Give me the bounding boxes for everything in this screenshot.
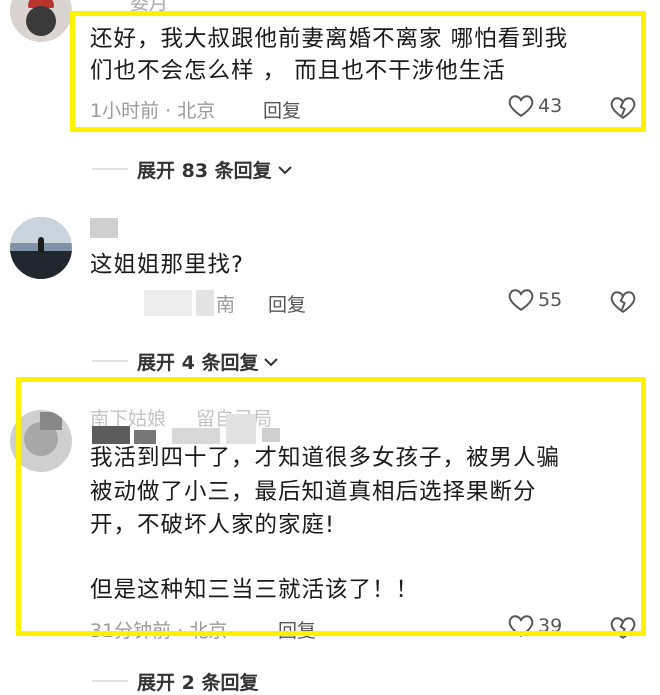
expand-label: 展开 83 条回复 xyxy=(137,160,272,182)
expand-label: 展开 4 条回复 xyxy=(137,352,259,374)
heart-icon xyxy=(508,289,534,311)
broken-heart-icon[interactable] xyxy=(610,290,636,314)
comment-text: 这姐姐那里找? xyxy=(90,252,244,278)
avatar[interactable] xyxy=(10,0,72,42)
meta-blurred xyxy=(196,290,214,316)
highlight-box xyxy=(16,377,646,636)
meta-blurred xyxy=(144,290,192,316)
expand-replies-button[interactable]: 展开 83 条回复 xyxy=(137,156,294,183)
highlight-box xyxy=(70,11,646,132)
avatar-face xyxy=(26,6,56,36)
reply-button[interactable]: 回复 xyxy=(268,290,306,317)
username-blurred[interactable] xyxy=(90,218,118,238)
expand-replies-button[interactable]: 展开 2 条回复 xyxy=(137,668,258,695)
chevron-down-icon xyxy=(264,357,279,366)
expand-label: 展开 2 条回复 xyxy=(137,672,259,694)
expand-replies-button[interactable]: 展开 4 条回复 xyxy=(137,348,280,375)
chevron-down-icon xyxy=(277,165,292,174)
avatar-figure xyxy=(38,237,44,253)
divider xyxy=(92,360,128,362)
divider xyxy=(92,680,128,682)
comment-meta: 南 xyxy=(216,294,236,316)
avatar-ground xyxy=(10,251,72,279)
avatar[interactable] xyxy=(10,217,72,279)
like-button[interactable]: 55 xyxy=(508,288,562,312)
divider xyxy=(92,168,128,170)
like-count: 55 xyxy=(538,289,563,311)
